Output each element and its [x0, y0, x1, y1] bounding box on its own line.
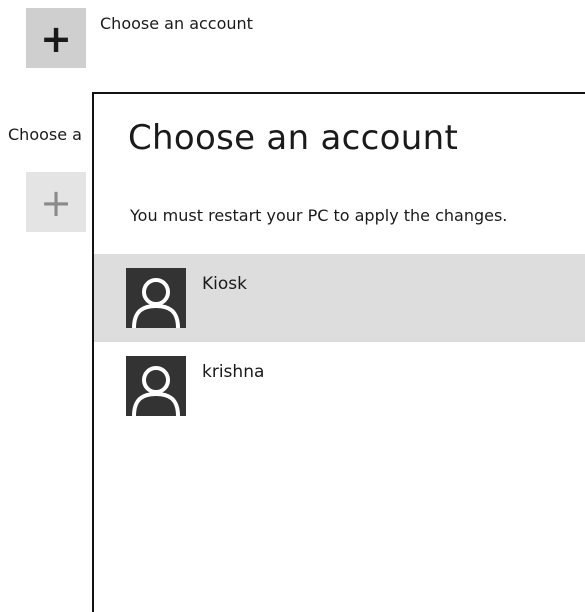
account-name: krishna — [202, 362, 265, 382]
add-account-tile[interactable]: + — [26, 8, 86, 68]
user-silhouette-icon — [126, 268, 186, 328]
plus-icon: + — [40, 17, 72, 61]
account-list: Kiosk krishna — [94, 254, 585, 430]
account-name: Kiosk — [202, 274, 247, 294]
user-silhouette-icon — [126, 356, 186, 416]
background-title: Choose an account — [100, 14, 253, 33]
restart-message: You must restart your PC to apply the ch… — [130, 206, 508, 225]
account-row-krishna[interactable]: krishna — [94, 342, 585, 430]
choose-account-flyout: Choose an account You must restart your … — [92, 92, 585, 612]
background-label: Choose a — [8, 125, 82, 144]
add-account-tile-dim[interactable]: + — [26, 172, 86, 232]
plus-icon: + — [40, 181, 72, 225]
flyout-title: Choose an account — [128, 118, 459, 158]
account-row-kiosk[interactable]: Kiosk — [94, 254, 585, 342]
